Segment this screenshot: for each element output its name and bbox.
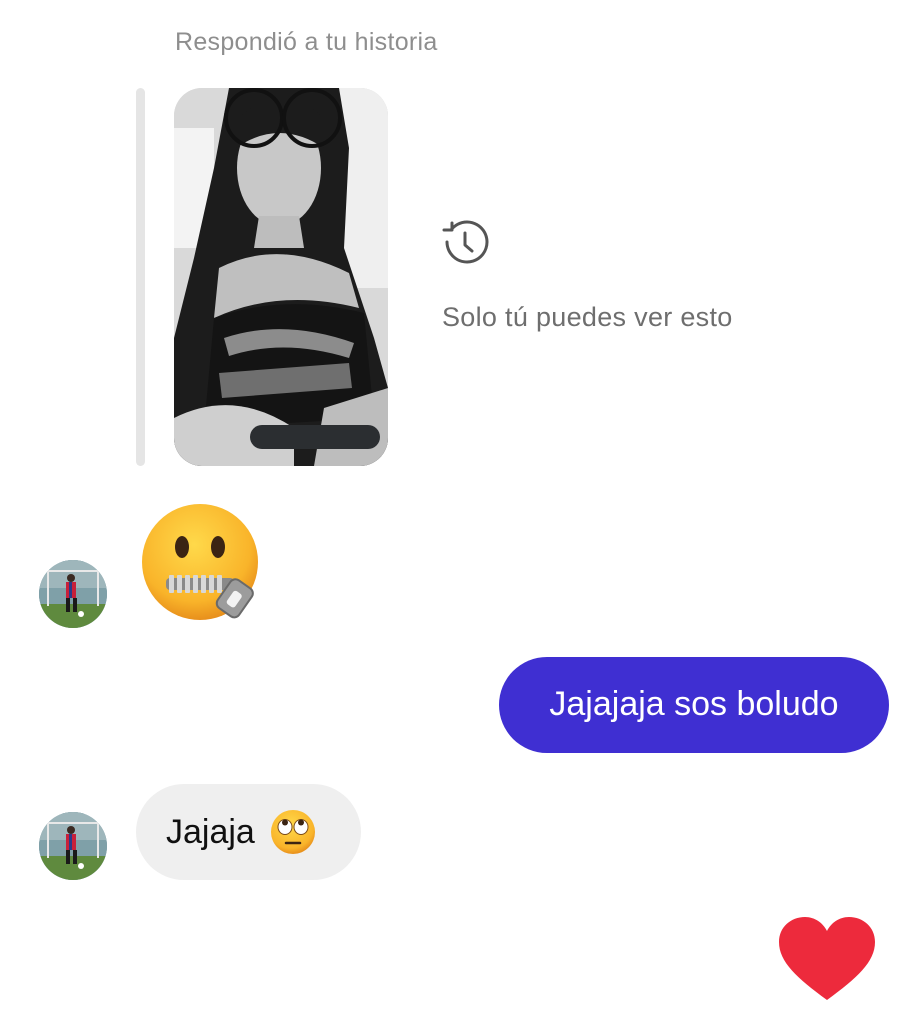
redaction-bar	[250, 425, 380, 449]
avatar[interactable]	[39, 560, 107, 628]
incoming-message[interactable]: Jajaja	[136, 784, 361, 880]
zipper-mouth-face-emoji	[142, 504, 258, 620]
message-text: Jajaja	[166, 812, 255, 851]
private-notice: Solo tú puedes ver esto	[442, 302, 733, 332]
avatar[interactable]	[39, 812, 107, 880]
history-clock-icon	[442, 220, 489, 264]
story-reply-bar	[136, 88, 145, 466]
story-thumbnail[interactable]	[174, 88, 388, 466]
story-reply-caption: Respondió a tu historia	[175, 28, 438, 56]
rolling-eyes-emoji-icon	[270, 810, 315, 854]
outgoing-message[interactable]: Jajajaja sos boludo	[499, 657, 889, 753]
heart-reaction-icon[interactable]	[777, 916, 877, 1002]
